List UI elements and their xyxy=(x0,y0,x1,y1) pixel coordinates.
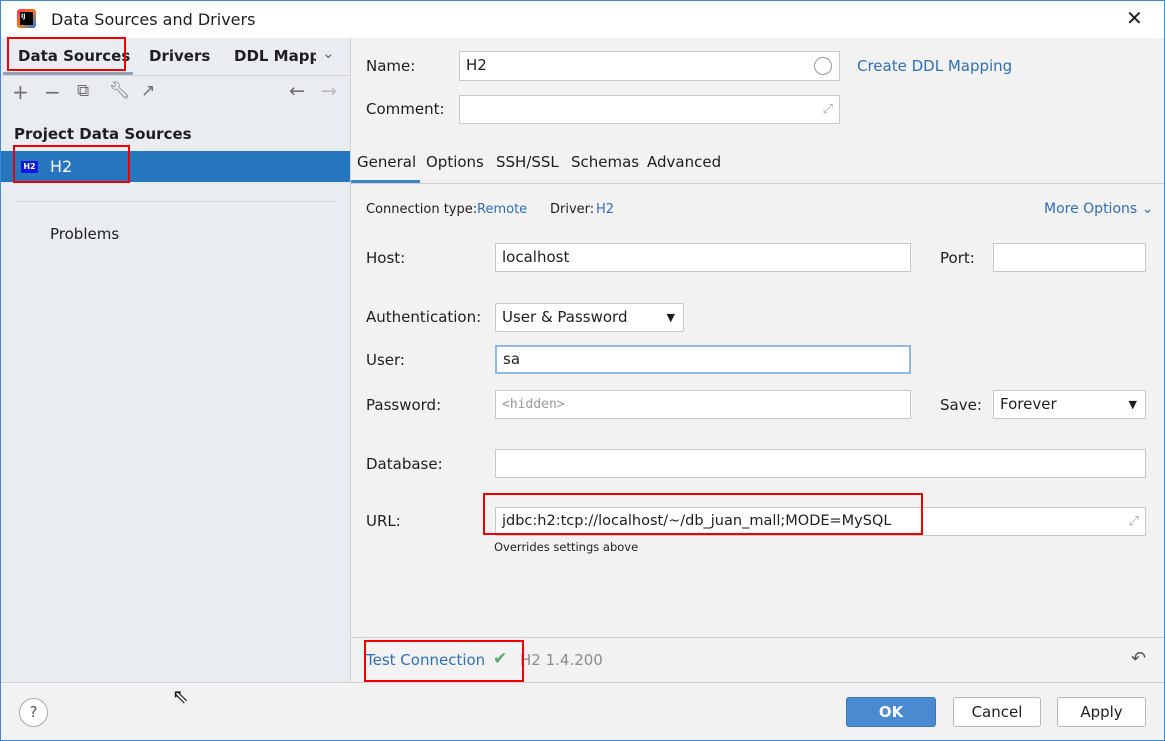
authentication-select[interactable]: User & Password ▼ xyxy=(495,303,684,332)
create-ddl-mapping-link[interactable]: Create DDL Mapping xyxy=(857,57,1012,75)
ok-button[interactable]: OK xyxy=(846,697,936,727)
expand-icon[interactable]: ⤢ xyxy=(823,96,833,123)
reset-icon[interactable]: ↶ xyxy=(1131,648,1146,669)
cancel-button[interactable]: Cancel xyxy=(953,697,1041,727)
port-label: Port: xyxy=(940,249,975,267)
close-icon[interactable]: ✕ xyxy=(1126,6,1143,30)
save-select[interactable]: Forever ▼ xyxy=(993,390,1146,419)
authentication-label: Authentication: xyxy=(366,308,482,326)
driver-version: H2 1.4.200 xyxy=(520,651,603,669)
url-label: URL: xyxy=(366,512,401,530)
wrench-icon[interactable]: 🔧︎ xyxy=(109,81,131,101)
datasource-label: H2 xyxy=(50,157,73,176)
host-input[interactable]: localhost xyxy=(495,243,911,272)
tab-ddl-mappings[interactable]: DDL Mappi xyxy=(234,47,316,65)
save-label: Save: xyxy=(940,396,982,414)
tab-advanced[interactable]: Advanced xyxy=(647,153,721,171)
duplicate-icon[interactable]: ⧉ xyxy=(77,81,89,101)
chevron-down-icon: ⌄ xyxy=(1141,201,1154,217)
left-panel: Data Sources Drivers DDL Mappi ⌄ + − ⧉ 🔧… xyxy=(0,38,351,682)
jump-to-icon[interactable]: ↗ xyxy=(141,81,155,101)
tab-drivers[interactable]: Drivers xyxy=(149,47,210,65)
url-hint: Overrides settings above xyxy=(494,540,639,554)
tab-general[interactable]: General xyxy=(357,153,416,171)
database-label: Database: xyxy=(366,455,443,473)
remove-icon[interactable]: − xyxy=(44,80,61,104)
tab-ssh-ssl[interactable]: SSH/SSL xyxy=(496,153,559,171)
expand-icon[interactable]: ⤢ xyxy=(1129,508,1139,535)
app-logo-icon: IJ xyxy=(17,9,36,28)
help-button[interactable]: ? xyxy=(19,698,48,727)
driver-label: Driver: xyxy=(550,202,595,217)
user-input[interactable]: sa xyxy=(495,345,911,374)
back-icon[interactable]: ← xyxy=(289,80,305,102)
mouse-cursor-icon: ⇖ xyxy=(172,684,189,708)
forward-icon: → xyxy=(321,80,337,102)
port-input[interactable] xyxy=(993,243,1146,272)
test-connection-link[interactable]: Test Connection xyxy=(366,651,485,669)
tab-schemas[interactable]: Schemas xyxy=(571,153,639,171)
password-input[interactable]: <hidden> xyxy=(495,390,911,419)
title-bar: IJ Data Sources and Drivers ✕ xyxy=(0,0,1165,38)
window-title: Data Sources and Drivers xyxy=(51,10,256,29)
user-label: User: xyxy=(366,351,405,369)
driver-link[interactable]: H2 xyxy=(596,202,614,217)
check-icon: ✔ xyxy=(493,649,508,669)
connection-type-link[interactable]: Remote xyxy=(477,202,527,217)
url-input[interactable]: jdbc:h2:tcp://localhost/~/db_juan_mall;M… xyxy=(495,507,1146,536)
dropdown-arrow-icon: ▼ xyxy=(1128,398,1137,411)
connection-type-label: Connection type: xyxy=(366,202,478,217)
apply-button[interactable]: Apply xyxy=(1057,697,1146,727)
section-header: Project Data Sources xyxy=(14,125,192,143)
url-value: jdbc:h2:tcp://localhost/~/db_juan_mall;M… xyxy=(502,513,892,529)
h2-db-icon: H2 xyxy=(21,161,38,173)
password-label: Password: xyxy=(366,396,442,414)
datasource-item-h2[interactable]: H2 H2 xyxy=(0,151,350,182)
color-circle-icon[interactable] xyxy=(814,57,832,75)
name-value: H2 xyxy=(466,56,487,74)
host-label: Host: xyxy=(366,249,406,267)
tab-options[interactable]: Options xyxy=(426,153,484,171)
problems-item[interactable]: Problems xyxy=(50,225,119,243)
chevron-down-icon[interactable]: ⌄ xyxy=(322,44,335,62)
name-input[interactable]: H2 xyxy=(459,51,840,81)
more-options-link[interactable]: More Options ⌄ xyxy=(1044,201,1153,217)
dropdown-arrow-icon: ▼ xyxy=(666,311,675,324)
comment-label: Comment: xyxy=(366,100,445,118)
more-options-label: More Options xyxy=(1044,201,1138,217)
tab-data-sources[interactable]: Data Sources xyxy=(18,47,130,65)
save-value: Forever xyxy=(1000,395,1057,413)
name-label: Name: xyxy=(366,57,416,75)
comment-input[interactable]: ⤢ xyxy=(459,95,840,124)
database-input[interactable] xyxy=(495,449,1146,478)
add-icon[interactable]: + xyxy=(12,80,29,104)
authentication-value: User & Password xyxy=(502,308,628,326)
